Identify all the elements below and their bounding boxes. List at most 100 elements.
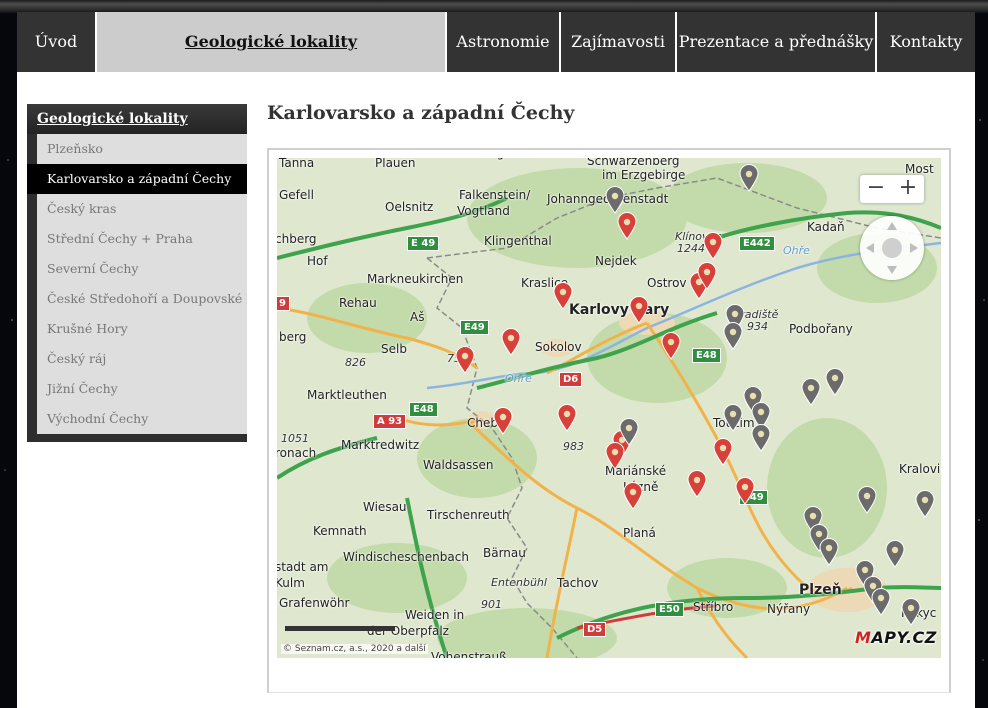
location-pin-icon[interactable] bbox=[703, 232, 723, 260]
place-label: Planá bbox=[623, 526, 656, 540]
location-pin-icon[interactable] bbox=[687, 470, 707, 498]
place-label: Marktredwitz bbox=[341, 438, 420, 452]
location-pin-icon[interactable] bbox=[629, 296, 649, 324]
nav-item-geologicke-lokality[interactable]: Geologické lokality bbox=[97, 12, 445, 72]
place-label: 826 bbox=[345, 356, 366, 369]
place-label: Marktleuthen bbox=[307, 388, 387, 402]
road-shield: E50 bbox=[655, 602, 684, 617]
sidebar-heading[interactable]: Geologické lokality bbox=[27, 104, 247, 134]
road-shield: D6 bbox=[559, 372, 583, 387]
place-label: Grafenwöhr bbox=[279, 596, 350, 610]
place-label: Gefell bbox=[279, 188, 314, 202]
place-label: Ohře bbox=[783, 244, 810, 257]
location-pin-icon[interactable] bbox=[455, 346, 475, 374]
place-label: 901 bbox=[481, 598, 502, 611]
place-label: 1051 bbox=[281, 432, 309, 445]
inactive-location-pin-icon[interactable] bbox=[751, 424, 771, 452]
inactive-location-pin-icon[interactable] bbox=[871, 588, 891, 616]
inactive-location-pin-icon[interactable] bbox=[619, 418, 639, 446]
road-shield: 9 bbox=[277, 296, 290, 311]
place-label: Plzeň bbox=[799, 582, 842, 598]
place-label: Bärnau bbox=[483, 546, 526, 560]
sidebar-item-vychodni-cechy[interactable]: Východní Čechy bbox=[37, 404, 247, 434]
sidebar-item-severni-cechy[interactable]: Severní Čechy bbox=[37, 254, 247, 284]
pan-compass[interactable] bbox=[860, 216, 924, 280]
location-pin-icon[interactable] bbox=[735, 477, 755, 505]
sidebar-item-jizni-cechy[interactable]: Jižní Čechy bbox=[37, 374, 247, 404]
mapy-cz-logo[interactable]: MAPY.CZ bbox=[855, 628, 937, 647]
place-label: Plauen bbox=[375, 158, 416, 170]
place-label: chberg bbox=[277, 232, 317, 246]
sidebar-item-ceske-stredohori[interactable]: České Středohoří a Doupovské hory bbox=[37, 284, 247, 314]
location-pin-icon[interactable] bbox=[493, 407, 513, 435]
road-shield: E48 bbox=[692, 348, 721, 363]
location-pin-icon[interactable] bbox=[661, 332, 681, 360]
place-label: Most bbox=[905, 162, 934, 176]
place-label: Tanna bbox=[279, 158, 315, 170]
map-frame: Tanna Plauen Vogtland Schwarzenbergim Erzge… bbox=[267, 148, 951, 693]
scale-bar bbox=[285, 626, 395, 631]
place-label: Kralovi bbox=[899, 462, 941, 476]
inactive-location-pin-icon[interactable] bbox=[723, 404, 743, 432]
place-label: Selb bbox=[381, 342, 407, 356]
sidebar-item-plzensko[interactable]: Plzeňsko bbox=[37, 134, 247, 164]
inactive-location-pin-icon[interactable] bbox=[901, 598, 921, 626]
sidebar-item-krusne-hory[interactable]: Krušné Hory bbox=[37, 314, 247, 344]
place-label: im Erzgebirge bbox=[602, 168, 686, 182]
inactive-location-pin-icon[interactable] bbox=[739, 164, 759, 192]
sidebar-list: Plzeňsko Karlovarsko a západní Čechy Čes… bbox=[27, 134, 247, 434]
road-shield: E49 bbox=[460, 320, 489, 335]
page-title: Karlovarsko a západní Čechy bbox=[267, 102, 575, 124]
location-pin-icon[interactable] bbox=[605, 442, 625, 470]
place-label: Karlovy Vary bbox=[569, 302, 670, 318]
zoom-out-button[interactable]: − bbox=[860, 175, 892, 203]
place-label: Hof bbox=[307, 254, 328, 268]
place-label: Nýřany bbox=[767, 602, 811, 616]
inactive-location-pin-icon[interactable] bbox=[723, 322, 743, 350]
inactive-location-pin-icon[interactable] bbox=[605, 186, 625, 214]
nav-item-astronomie[interactable]: Astronomie bbox=[447, 12, 559, 72]
place-label: 1244 bbox=[677, 242, 705, 255]
map-copyright[interactable]: © Seznam.cz, a.s., 2020 a další bbox=[281, 644, 428, 654]
place-label: Schwarzenberg bbox=[587, 158, 680, 168]
place-label: Waldsassen bbox=[423, 458, 494, 472]
place-label: Sokolov bbox=[535, 340, 582, 354]
top-navigation: Úvod Geologické lokality Astronomie Zají… bbox=[17, 12, 975, 72]
place-label: Rehau bbox=[339, 296, 377, 310]
place-label: Windischeschenbach bbox=[343, 550, 469, 564]
place-label: Ostrov bbox=[647, 276, 687, 290]
location-pin-icon[interactable] bbox=[713, 438, 733, 466]
nav-item-zajimavosti[interactable]: Zajímavosti bbox=[561, 12, 675, 72]
inactive-location-pin-icon[interactable] bbox=[885, 540, 905, 568]
road-shield: E442 bbox=[739, 236, 775, 251]
inactive-location-pin-icon[interactable] bbox=[801, 378, 821, 406]
place-label: Tirschenreuth bbox=[427, 508, 510, 522]
place-label: Oelsnitz bbox=[385, 200, 434, 214]
location-pin-icon[interactable] bbox=[623, 482, 643, 510]
sidebar-item-karlovarsko[interactable]: Karlovarsko a západní Čechy bbox=[27, 164, 247, 194]
road-shield: A 93 bbox=[373, 414, 407, 429]
sidebar-item-cesky-kras[interactable]: Český kras bbox=[37, 194, 247, 224]
inactive-location-pin-icon[interactable] bbox=[915, 490, 935, 518]
place-label: Kemnath bbox=[313, 524, 367, 538]
map-canvas[interactable]: Tanna Plauen Vogtland Schwarzenbergim Erzge… bbox=[277, 158, 941, 658]
nav-item-kontakty[interactable]: Kontakty bbox=[877, 12, 975, 72]
road-shield: E 49 bbox=[407, 236, 440, 251]
inactive-location-pin-icon[interactable] bbox=[819, 538, 839, 566]
location-pin-icon[interactable] bbox=[557, 404, 577, 432]
nav-item-prezentace[interactable]: Prezentace a přednášky bbox=[677, 12, 875, 72]
nav-item-uvod[interactable]: Úvod bbox=[17, 12, 95, 72]
location-pin-icon[interactable] bbox=[553, 282, 573, 310]
location-pin-icon[interactable] bbox=[697, 262, 717, 290]
inactive-location-pin-icon[interactable] bbox=[825, 368, 845, 396]
place-label: Aš bbox=[410, 310, 425, 324]
compass-arrows-icon bbox=[866, 222, 918, 274]
location-pin-icon[interactable] bbox=[617, 212, 637, 240]
sidebar-item-cesky-raj[interactable]: Český ráj bbox=[37, 344, 247, 374]
sidebar-item-stredni-cechy[interactable]: Střední Čechy + Praha bbox=[37, 224, 247, 254]
location-pin-icon[interactable] bbox=[501, 328, 521, 356]
road-shield: D5 bbox=[583, 622, 607, 637]
zoom-in-button[interactable]: + bbox=[892, 175, 924, 203]
inactive-location-pin-icon[interactable] bbox=[857, 486, 877, 514]
road-shield: E48 bbox=[409, 402, 438, 417]
